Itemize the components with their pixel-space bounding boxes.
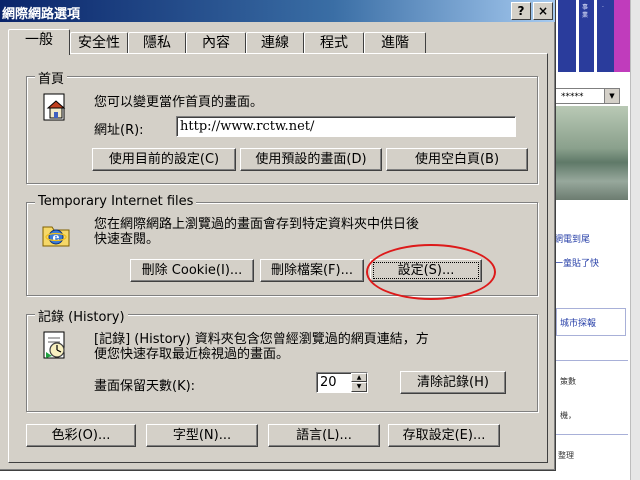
address-label: 網址(R): xyxy=(94,123,144,138)
tab-security[interactable]: 安全性 xyxy=(70,32,128,53)
history-icon xyxy=(43,331,65,359)
group-title: Temporary Internet files xyxy=(35,194,197,209)
background-link[interactable]: 城市探報 xyxy=(560,316,596,329)
home-description: 您可以變更當作首頁的畫面。 xyxy=(94,95,264,110)
background-text: 策數 xyxy=(560,377,576,386)
tab-connections[interactable]: 連線 xyxy=(246,32,304,53)
temp-files-description: 快速查閱。 xyxy=(94,232,160,247)
fonts-button[interactable]: 字型(N)... xyxy=(146,424,258,447)
tab-general[interactable]: 一般 xyxy=(8,29,70,55)
background-photo xyxy=(548,106,628,200)
group-title: 首頁 xyxy=(35,68,68,87)
colors-button[interactable]: 色彩(O)... xyxy=(26,424,136,447)
use-blank-button[interactable]: 使用空白頁(B) xyxy=(386,148,528,171)
stepper-down-icon[interactable]: ▼ xyxy=(351,382,367,392)
annotation-circle xyxy=(366,244,496,300)
dialog-title: 網際網路選項 xyxy=(2,7,81,22)
accessibility-button[interactable]: 存取設定(E)... xyxy=(388,424,500,447)
languages-button[interactable]: 語言(L)... xyxy=(268,424,380,447)
delete-cookies-button[interactable]: 刪除 Cookie(I)... xyxy=(130,259,254,282)
background-banner: 事業 · xyxy=(558,0,630,72)
title-bar[interactable]: 網際網路選項 ? × xyxy=(0,0,555,22)
background-select[interactable]: ***** ▼ xyxy=(548,88,620,104)
days-to-keep-stepper[interactable]: 20 ▲ ▼ xyxy=(316,372,368,393)
tab-privacy[interactable]: 隱私 xyxy=(128,32,186,53)
background-scrollbar[interactable] xyxy=(630,0,640,480)
help-button[interactable]: ? xyxy=(511,2,531,20)
banner-text: 事業 xyxy=(582,4,589,19)
clear-history-button[interactable]: 清除記錄(H) xyxy=(400,371,506,394)
folder-ie-icon: e xyxy=(42,226,70,247)
tab-content[interactable]: 內容 xyxy=(186,32,246,53)
tab-programs[interactable]: 程式 xyxy=(304,32,364,53)
house-icon xyxy=(43,93,66,121)
internet-options-dialog: 網際網路選項 ? × 一般 安全性 隱私 內容 連線 程式 進階 首頁 您可以變… xyxy=(0,0,556,471)
use-default-button[interactable]: 使用預設的畫面(D) xyxy=(240,148,382,171)
background-link[interactable]: 網電到尾 xyxy=(554,232,590,245)
address-input[interactable]: http://www.rctw.net/ xyxy=(176,116,516,137)
background-webpage: 事業 · ***** ▼ 網電到尾 一童貼了快 城市探報 策數 機， 整理 xyxy=(548,0,640,480)
background-text: 整理 xyxy=(558,451,574,460)
tab-advanced[interactable]: 進階 xyxy=(364,32,426,53)
group-title: 記錄 (History) xyxy=(35,306,128,325)
use-current-button[interactable]: 使用目前的設定(C) xyxy=(92,148,236,171)
background-link[interactable]: 一童貼了快 xyxy=(554,256,599,269)
chevron-down-icon: ▼ xyxy=(604,89,619,103)
stepper-up-icon[interactable]: ▲ xyxy=(351,373,367,382)
delete-files-button[interactable]: 刪除檔案(F)... xyxy=(260,259,364,282)
background-text: 機， xyxy=(560,411,576,420)
history-description: 便您快速存取最近檢視過的畫面。 xyxy=(94,347,290,362)
banner-text: · xyxy=(602,4,604,11)
close-button[interactable]: × xyxy=(533,2,553,20)
days-to-keep-label: 畫面保留天數(K): xyxy=(94,379,196,394)
